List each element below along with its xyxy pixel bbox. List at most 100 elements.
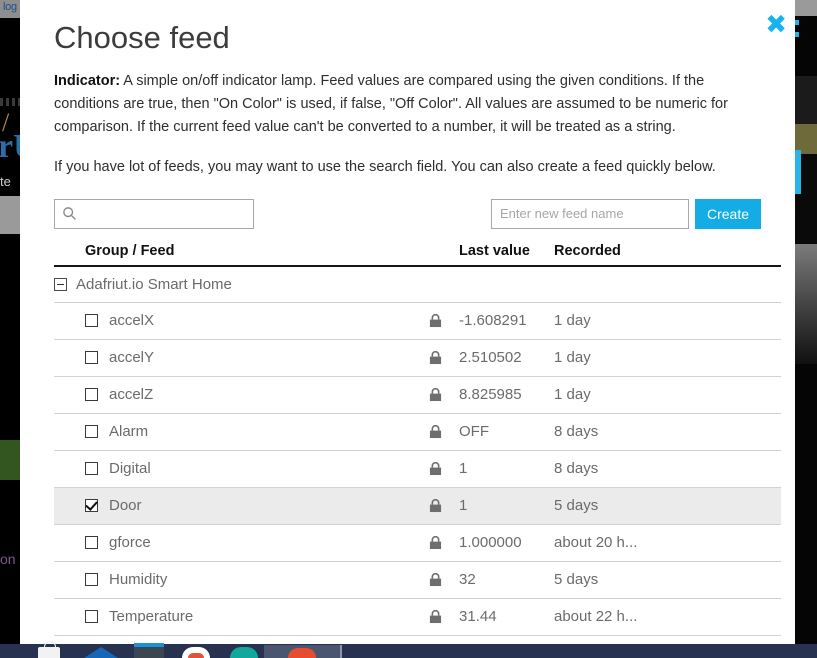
table-row[interactable]: accelZ 8.825985 1 day [54,377,781,414]
background-right-7 [795,364,817,644]
choose-feed-modal: ✖ Choose feed Indicator: A simple on/off… [20,0,795,645]
table-row[interactable]: accelY 2.510502 1 day [54,340,781,377]
red-circle-icon[interactable] [264,645,340,658]
feed-recorded: about 20 h... [554,534,638,552]
files-icon[interactable] [24,641,72,658]
lock-icon [429,498,459,513]
browser-icon[interactable] [168,645,216,658]
feed-checkbox[interactable] [85,573,98,587]
feed-last-value: 1 [459,497,468,515]
feed-recorded: 8 days [554,460,599,478]
table-row[interactable]: Digital 1 8 days [54,451,781,488]
feed-checkbox[interactable] [85,425,98,439]
column-header-recorded: Recorded [554,242,621,259]
feed-rows-container: accelX -1.608291 1 day accelY 2.510502 1 day a… [54,303,781,645]
lock-icon [429,461,459,476]
modal-description-2: If you have lot of feeds, you may want t… [54,158,716,175]
feed-checkbox[interactable] [85,499,98,513]
feed-name-cell: accelZ [54,386,429,403]
modal-description: Indicator: A simple on/off indicator lam… [54,70,761,139]
feed-last-value: 2.510502 [459,349,522,367]
feed-name-cell: Digital [54,460,429,477]
lock-icon [429,535,459,550]
terminal-icon[interactable] [120,643,168,658]
feed-group-label: Adafriut.io Smart Home [76,275,232,293]
feed-name-cell: gforce [54,534,429,551]
column-header-last-value: Last value [459,242,530,259]
feed-last-value: -1.608291 [459,312,527,330]
feed-checkbox[interactable] [85,351,98,365]
teal-circle-icon[interactable] [216,645,264,658]
feed-name-label: Alarm [109,423,149,441]
create-button[interactable]: Create [694,198,761,229]
table-header-row: Group / Feed Last value Recorded [54,243,781,267]
feed-recorded: 1 day [554,386,591,404]
table-row[interactable]: Alarm OFF 8 days [54,414,781,451]
lock-icon [429,350,459,365]
screen: log / rU te on ✖ Choose feed Indicator: … [0,0,817,658]
table-row[interactable]: Humidity 32 5 days [54,562,781,599]
feed-name-cell: Door [54,497,429,514]
background-small-text-1: te [0,174,11,189]
feed-table: Group / Feed Last value Recorded Adafriu… [54,243,781,645]
feed-name-label: accelY [109,349,155,367]
feed-last-value: 1 [459,460,468,478]
feed-name-label: Humidity [109,571,168,589]
feed-last-value: 1.000000 [459,534,522,552]
feed-checkbox[interactable] [85,462,98,476]
blue-triangle-icon[interactable] [72,645,120,658]
background-right-1 [795,0,817,16]
taskbar-separator [340,645,342,658]
lock-icon [429,387,459,402]
collapse-group-icon[interactable] [54,277,67,291]
feed-recorded: about 22 h... [554,608,638,626]
table-row[interactable]: Door 1 5 days [54,487,781,525]
feed-name-label: gforce [109,534,151,552]
search-input[interactable] [54,198,254,229]
taskbar-icons [0,641,342,658]
description-body: A simple on/off indicator lamp. Feed val… [54,73,728,135]
feed-last-value: OFF [459,423,489,441]
table-body-scroll[interactable]: Adafriut.io Smart Home accelX -1.608291 1 … [54,267,781,645]
new-feed-name-input[interactable] [490,198,689,229]
feed-recorded: 8 days [554,423,599,441]
feed-checkbox[interactable] [85,314,98,328]
feed-name-label: Door [109,497,142,515]
feed-group-row[interactable]: Adafriut.io Smart Home [54,267,781,303]
feed-checkbox[interactable] [85,388,98,402]
feed-last-value: 31.44 [459,608,497,626]
taskbar [0,641,817,658]
feed-checkbox[interactable] [85,610,98,624]
lock-icon [429,572,459,587]
table-row[interactable]: accelX -1.608291 1 day [54,303,781,340]
background-top-label: log [3,1,17,13]
table-row[interactable]: gforce 1.000000 about 20 h... [54,525,781,562]
feed-name-cell: accelX [54,312,429,329]
feed-recorded: 1 day [554,349,591,367]
feed-checkbox[interactable] [85,536,98,550]
lock-icon [429,313,459,328]
background-right-2 [795,16,817,76]
close-icon[interactable]: ✖ [765,12,787,38]
feed-recorded: 5 days [554,571,599,589]
page-title: Choose feed [54,20,230,55]
table-row[interactable]: Temperature 31.44 about 22 h... [54,599,781,636]
feed-name-label: accelZ [109,386,154,404]
background-small-text-2: on [0,551,16,567]
background-right-6 [795,244,817,364]
feed-name-cell: Alarm [54,423,429,440]
feed-name-cell: accelY [54,349,429,366]
background-right-3 [795,76,817,124]
lock-icon [429,609,459,624]
feed-name-label: Digital [109,460,151,478]
lock-icon [429,424,459,439]
feed-name-cell: Temperature [54,608,429,625]
feed-last-value: 32 [459,571,476,589]
feed-recorded: 5 days [554,497,599,515]
controls-row: Create [54,198,761,229]
search-field-wrapper [54,198,254,229]
background-blue-accent [795,150,801,194]
feed-recorded: 1 day [554,312,591,330]
feed-name-label: Temperature [109,608,194,626]
feed-name-cell: Humidity [54,571,429,588]
